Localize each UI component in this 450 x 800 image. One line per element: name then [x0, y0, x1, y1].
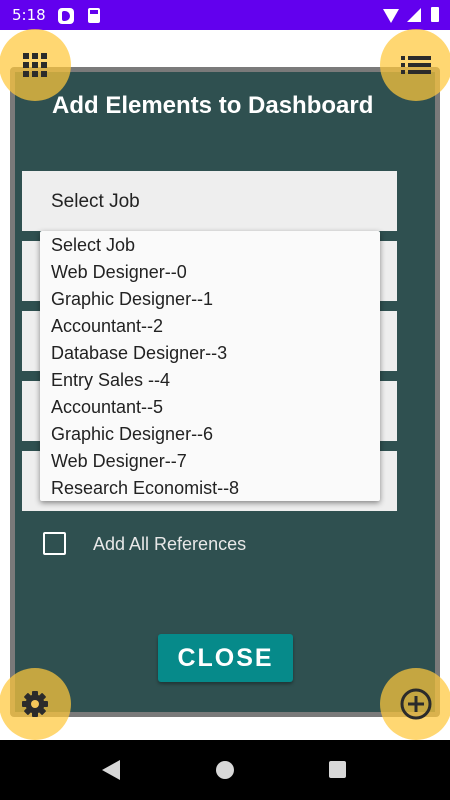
dropdown-option[interactable]: Entry Sales --4 — [40, 367, 380, 394]
dropdown-option[interactable]: Select Job — [40, 232, 380, 259]
home-icon[interactable] — [216, 761, 234, 779]
add-circle-icon — [400, 688, 432, 720]
dropdown-option[interactable]: Database Designer--3 — [40, 340, 380, 367]
list-fab-button[interactable] — [380, 29, 450, 101]
add-fab-button[interactable] — [380, 668, 450, 740]
recent-apps-icon[interactable] — [329, 761, 346, 778]
grid-icon — [23, 53, 47, 77]
cell-signal-icon — [407, 8, 421, 22]
wifi-icon — [383, 9, 399, 23]
dropdown-option[interactable]: Graphic Designer--6 — [40, 421, 380, 448]
grid-fab-button[interactable] — [0, 29, 71, 101]
battery-icon — [431, 7, 439, 22]
job-select[interactable]: Select Job — [22, 171, 397, 231]
add-all-references-checkbox[interactable] — [43, 532, 66, 555]
settings-fab-button[interactable] — [0, 668, 71, 740]
dropdown-option[interactable]: Accountant--5 — [40, 394, 380, 421]
status-time: 5:18 — [12, 6, 46, 24]
dropdown-option[interactable]: Accountant--2 — [40, 313, 380, 340]
dropdown-option[interactable]: Research Economist--8 — [40, 475, 380, 502]
dropdown-option[interactable]: Web Designer--0 — [40, 259, 380, 286]
close-button[interactable]: CLOSE — [158, 634, 293, 682]
app-notification-icon — [58, 8, 74, 24]
dropdown-option[interactable]: Graphic Designer--1 — [40, 286, 380, 313]
dialog-title: Add Elements to Dashboard — [52, 92, 374, 119]
add-all-references-label: Add All References — [93, 534, 247, 554]
settings-icon — [22, 691, 48, 717]
list-icon — [401, 56, 431, 74]
dropdown-option[interactable]: Web Designer--7 — [40, 448, 380, 475]
job-select-value: Select Job — [51, 191, 140, 212]
status-bar: 5:18 — [0, 0, 450, 30]
sd-card-icon — [88, 8, 100, 23]
job-dropdown-menu: Select Job Web Designer--0 Graphic Desig… — [40, 231, 380, 501]
